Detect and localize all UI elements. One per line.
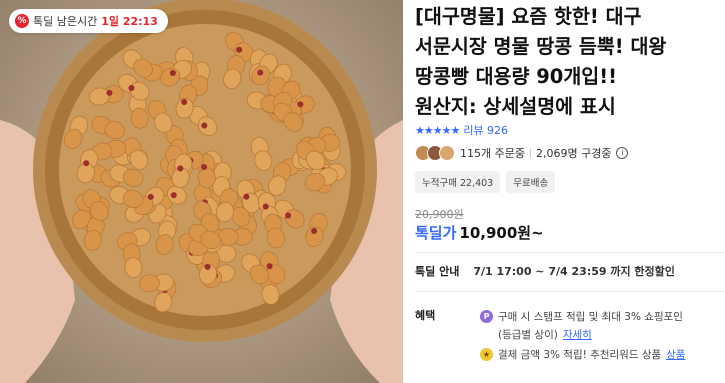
title-line: 땅콩빵 대용량 90개입!!: [415, 65, 618, 88]
product-photo-illustration: [0, 0, 403, 383]
title-line: 원산지: 상세설명에 표시: [415, 95, 616, 118]
divider: [415, 291, 725, 292]
timer-value: 1일 22:13: [101, 15, 158, 28]
original-price: 20,900원: [415, 208, 464, 221]
buyer-avatars: [415, 145, 455, 161]
review-count-link[interactable]: 리뷰 926: [463, 122, 508, 138]
deal-info-label: 톡딜 안내: [415, 265, 460, 278]
deal-info-period: 7/1 17:00 ~ 7/4 23:59 까지 한정할인: [473, 265, 675, 278]
benefit-point-line: P 구매 시 스탬프 적립 및 최대 3% 쇼핑포인: [480, 309, 683, 324]
benefit-reward-line: ★ 결제 금액 3% 적립! 추천리워드 상품 상품: [480, 347, 685, 362]
star-rating-icon: ★★★★★: [415, 123, 460, 137]
benefit-grade-note: (등급별 상이): [498, 329, 558, 341]
benefit-reward-link[interactable]: 상품: [666, 347, 685, 362]
deal-info-row: 톡딜 안내 7/1 17:00 ~ 7/4 23:59 까지 한정할인: [415, 263, 675, 279]
title-line: [대구명물] 요즘 핫한! 대구: [415, 5, 642, 28]
deal-timer-badge: % 톡딜 남은시간 1일 22:13: [9, 9, 168, 33]
deal-price-label: 톡딜가: [415, 224, 457, 242]
benefit-details-link[interactable]: 자세히: [563, 327, 592, 342]
product-tags: 누적구매 22,403 무료배송: [415, 171, 556, 193]
viewers-count: 2,069명 구경중: [535, 147, 612, 160]
timer-label: 톡딜 남은시간: [33, 15, 98, 28]
deal-price: 10,900원~: [459, 224, 544, 242]
tag-free-shipping: 무료배송: [506, 171, 556, 193]
peanut-cake-shape: [217, 227, 253, 246]
rating-row: ★★★★★ 리뷰 926: [415, 122, 508, 138]
info-icon[interactable]: i: [616, 147, 629, 159]
reward-icon: ★: [480, 348, 493, 361]
product-info-panel: [대구명물] 요즘 핫한! 대구 서문시장 명물 땅콩 듬뿍! 대왕 땅콩빵 대…: [415, 0, 725, 383]
point-icon: P: [480, 310, 493, 323]
avatar: [439, 145, 455, 161]
product-image[interactable]: % 톡딜 남은시간 1일 22:13: [0, 0, 403, 383]
benefit-label: 혜택: [415, 309, 436, 322]
price-row: 톡딜가 10,900원~: [415, 222, 544, 243]
title-line: 서문시장 명물 땅콩 듬뿍! 대왕: [415, 35, 667, 58]
orders-count: 115개 주문중: [460, 147, 525, 160]
percent-icon: %: [15, 14, 29, 28]
benefit-point-text: 구매 시 스탬프 적립 및 최대 3% 쇼핑포인: [498, 311, 683, 323]
benefit-point-detail-line: (등급별 상이) 자세히: [498, 327, 592, 342]
buyers-row: 115개 주문중 2,069명 구경중 i: [415, 145, 629, 161]
divider: [415, 252, 725, 253]
divider: [529, 148, 531, 158]
peanut-cake-shape: [139, 273, 174, 293]
tag-cumulative-purchases: 누적구매 22,403: [415, 171, 501, 193]
product-title: [대구명물] 요즘 핫한! 대구 서문시장 명물 땅콩 듬뿍! 대왕 땅콩빵 대…: [415, 2, 725, 122]
benefit-reward-text: 결제 금액 3% 적립! 추천리워드 상품: [498, 349, 662, 361]
